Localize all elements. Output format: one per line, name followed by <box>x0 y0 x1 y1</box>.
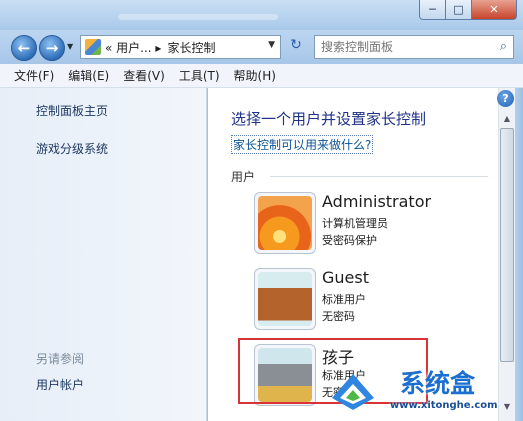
menu-edit[interactable]: 编辑(E) <box>68 67 109 84</box>
search-icon[interactable]: ⌕ <box>500 39 507 54</box>
user-password-status: 受密码保护 <box>322 234 377 247</box>
suitcase-picture-icon <box>258 272 312 326</box>
watermark-logo-icon <box>332 374 374 410</box>
control-panel-icon <box>85 39 101 55</box>
user-name: Administrator <box>322 192 432 211</box>
sidebar-link-control-panel-home[interactable]: 控制面板主页 <box>36 102 108 119</box>
see-also-heading: 另请参阅 <box>36 352 85 366</box>
search-input[interactable] <box>315 36 485 58</box>
users-section-label: 用户 <box>231 170 256 184</box>
forward-button[interactable]: → <box>39 35 65 61</box>
watermark: 系统盒 www.xitonghe.com <box>330 364 520 416</box>
menu-bar: 文件(F) 编辑(E) 查看(V) 工具(T) 帮助(H) <box>0 64 523 88</box>
search-box[interactable]: ⌕ <box>314 35 514 59</box>
menu-help[interactable]: 帮助(H) <box>234 67 276 84</box>
avatar <box>254 268 316 330</box>
user-tile-guest[interactable]: Guest 标准用户 无密码 <box>254 268 484 334</box>
user-password-status: 无密码 <box>322 310 355 323</box>
flower-picture-icon <box>258 196 312 250</box>
title-bar: ─ □ ✕ <box>0 0 523 30</box>
user-name: Guest <box>322 268 369 287</box>
scroll-up-icon[interactable]: ▲ <box>499 110 515 127</box>
help-icon[interactable]: ? <box>497 90 514 107</box>
menu-view[interactable]: 查看(V) <box>123 67 165 84</box>
user-role: 标准用户 <box>322 293 366 306</box>
address-dropdown-icon[interactable]: ▼ <box>268 40 275 50</box>
sidebar-link-user-accounts[interactable]: 用户帐户 <box>36 376 84 393</box>
user-tile-administrator[interactable]: Administrator 计算机管理员 受密码保护 <box>254 192 484 258</box>
sidebar-link-game-ratings[interactable]: 游戏分级系统 <box>36 140 108 157</box>
page-title: 选择一个用户并设置家长控制 <box>231 110 427 128</box>
refresh-button[interactable]: ↻ <box>285 37 307 57</box>
navigation-bar: ← → ▼ « 用户... ▸ 家长控制 ▼ ↻ ⌕ <box>0 30 523 64</box>
window-controls: ─ □ ✕ <box>419 0 517 20</box>
breadcrumb-parental-controls[interactable]: 家长控制 <box>167 39 215 56</box>
refresh-icon: ↻ <box>290 37 302 53</box>
watermark-url: www.xitonghe.com <box>390 400 498 411</box>
menu-tools[interactable]: 工具(T) <box>179 67 220 84</box>
back-button[interactable]: ← <box>11 35 37 61</box>
help-link[interactable]: 家长控制可以用来做什么? <box>231 135 374 154</box>
history-dropdown-button[interactable]: ▼ <box>67 42 73 51</box>
address-bar[interactable]: « 用户... ▸ 家长控制 ▼ <box>80 35 281 59</box>
arrow-left-icon: ← <box>17 39 31 57</box>
menu-file[interactable]: 文件(F) <box>14 67 54 84</box>
user-role: 计算机管理员 <box>322 217 388 230</box>
close-button[interactable]: ✕ <box>472 0 517 20</box>
avatar <box>254 192 316 254</box>
breadcrumb-users[interactable]: « 用户... ▸ <box>105 39 161 56</box>
maximize-button[interactable]: □ <box>446 0 472 20</box>
sidebar: 控制面板主页 游戏分级系统 另请参阅 用户帐户 <box>0 88 207 421</box>
arrow-right-icon: → <box>45 39 59 57</box>
section-divider <box>270 176 488 177</box>
blurred-title <box>118 14 278 20</box>
minimize-button[interactable]: ─ <box>419 0 446 20</box>
scroll-thumb[interactable] <box>500 128 514 362</box>
watermark-brand: 系统盒 <box>400 369 476 398</box>
